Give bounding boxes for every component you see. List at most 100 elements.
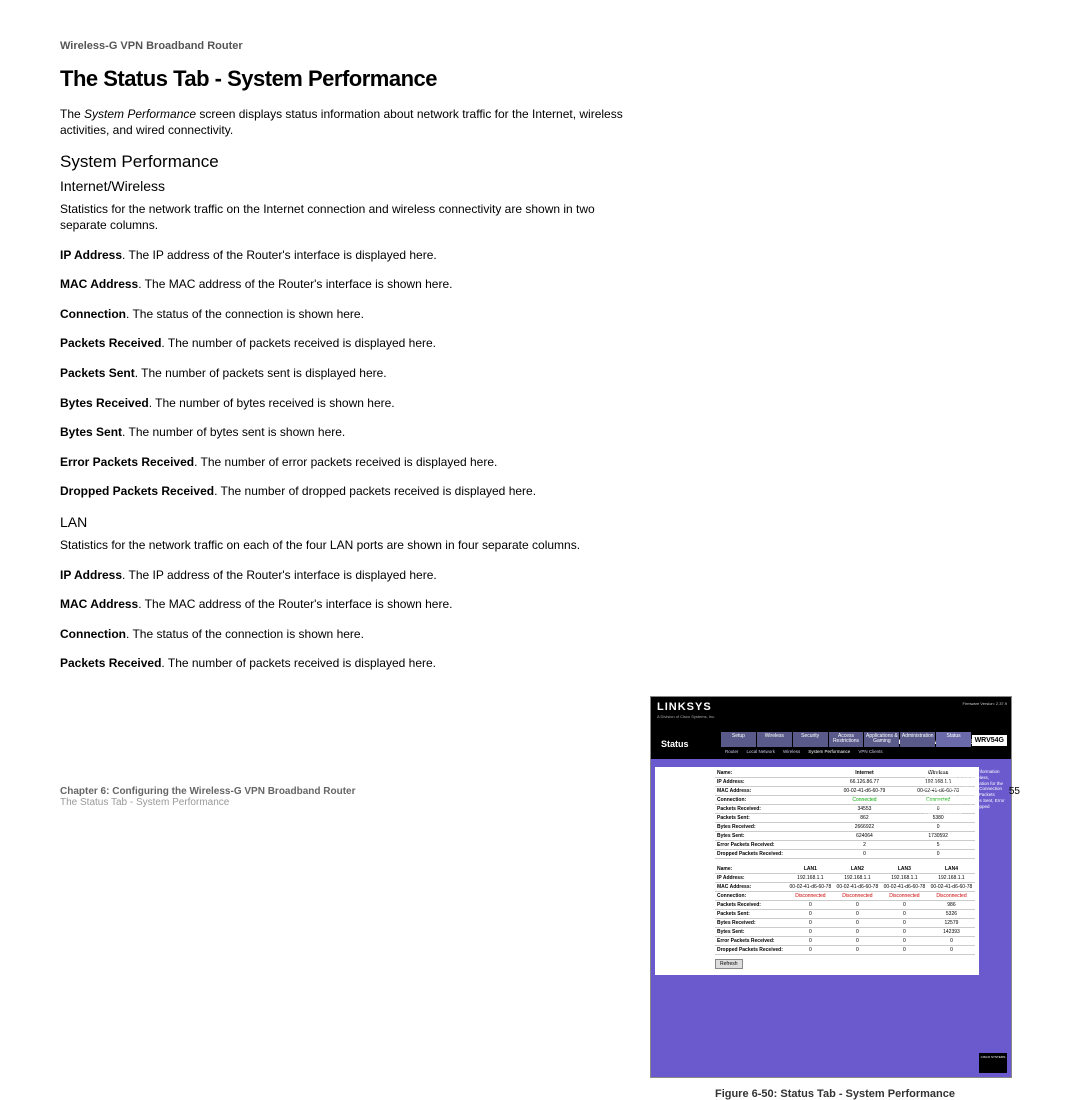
definition-item: Connection. The status of the connection… [60, 627, 640, 643]
table-cell: 0 [787, 909, 834, 918]
body-paragraph: Statistics for the network traffic on th… [60, 202, 640, 233]
nav-tab[interactable]: Security [793, 732, 828, 747]
table-cell: 2 [828, 840, 902, 849]
table-cell: 0 [881, 945, 928, 954]
definition-desc: . The MAC address of the Router's interf… [138, 277, 452, 291]
table-cell: Connection: [715, 891, 787, 900]
definition-item: MAC Address. The MAC address of the Rout… [60, 277, 640, 293]
table-cell: 0 [828, 849, 902, 858]
definition-desc: . The IP address of the Router's interfa… [122, 568, 437, 582]
cisco-logo: CISCO SYSTEMS [979, 1053, 1007, 1073]
definition-term: MAC Address [60, 277, 138, 291]
definition-term: Dropped Packets Received [60, 484, 214, 498]
nav-tab[interactable]: Access Restrictions [829, 732, 864, 747]
intro-paragraph: The System Performance screen displays s… [60, 106, 640, 138]
subsection-heading-lan: LAN [60, 514, 660, 530]
section-heading: System Performance [60, 152, 660, 172]
intro-em: System Performance [84, 107, 196, 121]
definition-item: Packets Sent. The number of packets sent… [60, 366, 640, 382]
definition-term: Bytes Sent [60, 425, 122, 439]
table-row: Bytes Received:26669220 [715, 822, 975, 831]
table-cell: Disconnected [881, 891, 928, 900]
footer-line-1: Chapter 6: Configuring the Wireless-G VP… [60, 786, 356, 797]
definition-term: IP Address [60, 568, 122, 582]
table-cell: Dropped Packets Received: [715, 849, 828, 858]
table-row: Packets Sent:0005326 [715, 909, 975, 918]
brand-logo: LINKSYS [657, 701, 712, 713]
table-cell: 0 [787, 945, 834, 954]
table-cell: Bytes Sent: [715, 831, 828, 840]
table-row: Dropped Packets Received:0000 [715, 945, 975, 954]
intro-prefix: The [60, 107, 84, 121]
table-header: LAN1 [787, 865, 834, 874]
table-header: LAN2 [834, 865, 881, 874]
table-cell: 0 [787, 936, 834, 945]
table-cell: 1730592 [901, 831, 975, 840]
table-cell: 5 [901, 840, 975, 849]
definition-list-2: IP Address. The IP address of the Router… [60, 568, 660, 672]
figure-header-black: LINKSYS A Division of Cisco Systems, Inc… [651, 697, 1011, 729]
definition-term: Connection [60, 627, 126, 641]
table-row: Bytes Sent:6240641730592 [715, 831, 975, 840]
sub-tab[interactable]: Router [725, 749, 739, 754]
definition-desc: . The status of the connection is shown … [126, 627, 364, 641]
table-row: IP Address:192.168.1.1192.168.1.1192.168… [715, 873, 975, 882]
sub-tab[interactable]: Wireless [783, 749, 800, 754]
table-cell: 0 [881, 918, 928, 927]
table-cell: 0 [928, 936, 975, 945]
definition-item: Bytes Sent. The number of bytes sent is … [60, 425, 640, 441]
brand-subtitle: A Division of Cisco Systems, Inc. [657, 714, 715, 719]
running-head: Wireless-G VPN Broadband Router [60, 40, 1020, 52]
nav-tab[interactable]: Administration [900, 732, 935, 747]
table-cell: 00-02-41-d6-60-78 [787, 882, 834, 891]
tab-bar: SetupWirelessSecurityAccess Restrictions… [721, 732, 971, 756]
definition-item: Dropped Packets Received. The number of … [60, 484, 640, 500]
table-cell: Dropped Packets Received: [715, 945, 787, 954]
table-row: Packets Received:000986 [715, 900, 975, 909]
table-cell: 5326 [928, 909, 975, 918]
table-cell: 0 [881, 909, 928, 918]
page-number: 55 [1009, 786, 1020, 797]
table-cell: 00-02-41-d6-60-78 [881, 882, 928, 891]
definition-desc: . The IP address of the Router's interfa… [122, 248, 437, 262]
table-cell: 0 [901, 822, 975, 831]
body-paragraph: Statistics for the network traffic on ea… [60, 538, 640, 554]
definition-term: Packets Received [60, 336, 161, 350]
table-cell: 0 [834, 909, 881, 918]
left-column: The Status Tab - System Performance The … [60, 66, 660, 686]
table-cell: Error Packets Received: [715, 936, 787, 945]
nav-tab[interactable]: Wireless [757, 732, 792, 747]
definition-list-1: IP Address. The IP address of the Router… [60, 248, 660, 500]
table-header: Name: [715, 769, 828, 778]
nav-tab[interactable]: Status [936, 732, 971, 747]
figure-caption: Figure 6-50: Status Tab - System Perform… [650, 1088, 1020, 1100]
nav-tab[interactable]: Setup [721, 732, 756, 747]
definition-term: Packets Received [60, 656, 161, 670]
table-row: Bytes Sent:000142393 [715, 927, 975, 936]
figure-screenshot: LINKSYS A Division of Cisco Systems, Inc… [650, 696, 1012, 1078]
refresh-button[interactable]: Refresh [715, 959, 743, 969]
sub-tab[interactable]: VPN Clients [858, 749, 882, 754]
table-cell: 0 [787, 918, 834, 927]
table-cell: 0 [881, 936, 928, 945]
sub-tab[interactable]: System Performance [808, 749, 850, 754]
definition-desc: . The number of packets sent is displaye… [135, 366, 387, 380]
table-cell: 192.168.1.1 [928, 873, 975, 882]
table-row: Error Packets Received:25 [715, 840, 975, 849]
table-cell: 0 [928, 945, 975, 954]
sub-tab[interactable]: Local Network [747, 749, 776, 754]
table-cell: Packets Sent: [715, 813, 828, 822]
table-cell: Bytes Received: [715, 918, 787, 927]
table-cell: Bytes Received: [715, 822, 828, 831]
definition-term: Error Packets Received [60, 455, 194, 469]
table-cell: 986 [928, 900, 975, 909]
table-row: Error Packets Received:0000 [715, 936, 975, 945]
table-cell: Error Packets Received: [715, 840, 828, 849]
table-header: LAN4 [928, 865, 975, 874]
table-row: Connection:DisconnectedDisconnectedDisco… [715, 891, 975, 900]
table-header: Name: [715, 865, 787, 874]
definition-desc: . The number of error packets received i… [194, 455, 497, 469]
table-cell: 142393 [928, 927, 975, 936]
definition-desc: . The number of bytes sent is shown here… [122, 425, 345, 439]
nav-tab[interactable]: Applications & Gaming [864, 732, 899, 747]
